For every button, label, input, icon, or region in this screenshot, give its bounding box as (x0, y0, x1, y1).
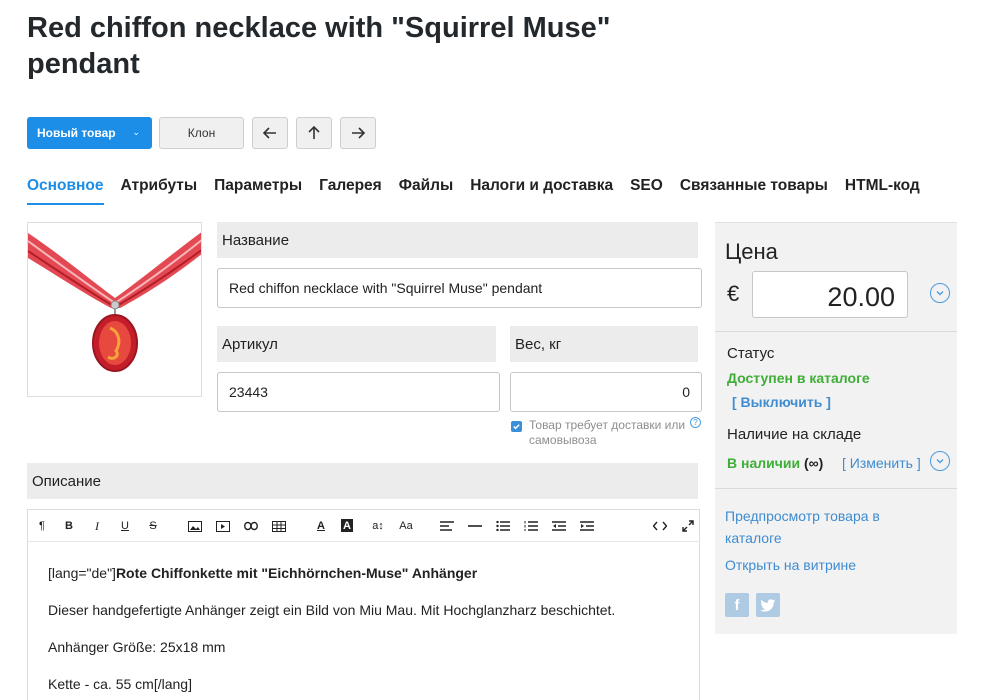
chevron-down-icon (936, 291, 944, 296)
page-title: Red chiffon necklace with "Squirrel Muse… (27, 12, 611, 80)
code-icon[interactable] (652, 518, 668, 534)
product-sidebar: Цена € 20.00 Статус Доступен в каталоге … (715, 222, 957, 634)
tab-seo[interactable]: SEO (630, 177, 663, 205)
tab-html-code[interactable]: HTML-код (845, 177, 920, 205)
weight-input[interactable]: 0 (510, 372, 702, 412)
description-paragraph: Dieser handgefertigte Anhänger zeigt ein… (48, 602, 616, 618)
open-storefront-link[interactable]: Открыть на витрине (725, 557, 856, 573)
divider (715, 331, 957, 332)
numbered-list-icon[interactable] (523, 518, 539, 534)
video-icon[interactable] (215, 518, 231, 534)
price-input[interactable]: 20.00 (752, 271, 908, 318)
name-label: Название (217, 222, 698, 258)
indent-icon[interactable] (579, 518, 595, 534)
shipping-checkbox-label: Товар требует доставки или самовывоза (529, 418, 686, 447)
arrow-up-icon (308, 125, 320, 139)
disable-link[interactable]: [ Выключить ] (732, 394, 831, 410)
description-paragraph: Kette - ca. 55 cm[/lang] (48, 676, 192, 692)
fullscreen-icon[interactable] (680, 518, 696, 534)
image-icon[interactable] (187, 518, 203, 534)
prev-product-button[interactable] (252, 117, 288, 149)
tab-gallery[interactable]: Галерея (319, 177, 382, 205)
next-product-button[interactable] (340, 117, 376, 149)
tab-related-products[interactable]: Связанные товары (680, 177, 828, 205)
check-icon (513, 424, 520, 430)
description-editor[interactable]: [lang="de"]Rote Chiffonkette mit "Eichhö… (27, 541, 700, 700)
currency-symbol: € (727, 281, 740, 306)
underline-icon[interactable]: U (117, 518, 133, 534)
stock-label: Наличие на складе (727, 426, 862, 443)
font-family-icon[interactable]: Aa (397, 518, 415, 534)
shipping-checkbox[interactable] (511, 421, 522, 432)
tab-general[interactable]: Основное (27, 177, 104, 205)
preview-product-link[interactable]: Предпросмотр товара в каталоге (725, 505, 925, 549)
arrow-left-icon (262, 127, 276, 139)
outdent-icon[interactable] (551, 518, 567, 534)
chevron-down-icon (936, 459, 944, 464)
bold-icon[interactable]: B (61, 518, 77, 534)
lang-prefix: [lang="de"] (48, 565, 116, 581)
tab-parameters[interactable]: Параметры (214, 177, 302, 205)
clone-button[interactable]: Клон (159, 117, 244, 149)
new-product-label: Новый товар (37, 126, 116, 140)
horizontal-rule-icon[interactable] (467, 518, 483, 534)
change-stock-link[interactable]: [ Изменить ] (842, 455, 921, 471)
description-heading: Rote Chiffonkette mit "Eichhörnchen-Muse… (115, 565, 478, 581)
arrow-right-icon (352, 127, 366, 139)
background-color-icon[interactable]: A (341, 519, 353, 532)
twitter-icon[interactable] (756, 593, 780, 617)
tab-bar: Основное Атрибуты Параметры Галерея Файл… (27, 177, 920, 205)
new-product-button[interactable]: Новый товар ⌄ (27, 117, 152, 149)
paragraph-icon[interactable]: ¶ (34, 518, 50, 534)
bullet-list-icon[interactable] (495, 518, 511, 534)
price-title: Цена (725, 239, 778, 264)
strikethrough-icon[interactable]: S (145, 518, 161, 534)
link-icon[interactable] (243, 518, 259, 534)
sku-label: Артикул (217, 326, 496, 362)
help-icon[interactable]: ? (690, 417, 701, 428)
editor-toolbar: ¶ B I U S A A a↕ Aa (27, 509, 700, 541)
stock-status: В наличии (727, 455, 801, 471)
tab-attributes[interactable]: Атрибуты (121, 177, 198, 205)
stock-quantity: (∞) (803, 455, 824, 471)
product-image[interactable] (27, 222, 202, 397)
description-paragraph: Anhänger Größe: 25x18 mm (48, 639, 226, 655)
status-value: Доступен в каталоге (727, 370, 870, 386)
weight-label: Вес, кг (510, 326, 698, 362)
tab-files[interactable]: Файлы (399, 177, 453, 205)
facebook-icon[interactable]: f (725, 593, 749, 617)
divider (715, 488, 957, 489)
status-label: Статус (727, 345, 775, 362)
chevron-down-icon[interactable]: ⌄ (132, 127, 140, 138)
sku-input[interactable]: 23443 (217, 372, 500, 412)
font-color-icon[interactable]: A (313, 518, 329, 534)
table-icon[interactable] (271, 518, 287, 534)
up-button[interactable] (296, 117, 332, 149)
stock-options-button[interactable] (930, 451, 950, 471)
font-size-icon[interactable]: a↕ (369, 518, 387, 534)
align-icon[interactable] (439, 518, 455, 534)
description-label: Описание (27, 463, 698, 499)
name-input[interactable]: Red chiffon necklace with "Squirrel Muse… (217, 268, 702, 308)
price-options-button[interactable] (930, 283, 950, 303)
description-heading-line: [lang="de"]Rote Chiffonkette mit "Eichhö… (48, 565, 679, 582)
tab-taxes-shipping[interactable]: Налоги и доставка (470, 177, 613, 205)
stock-value: В наличии (∞) (727, 455, 823, 471)
italic-icon[interactable]: I (89, 518, 105, 534)
